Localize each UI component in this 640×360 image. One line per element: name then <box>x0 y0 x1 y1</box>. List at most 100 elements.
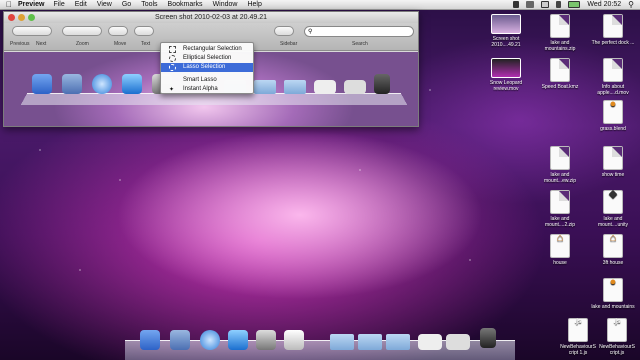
text-tool[interactable] <box>134 26 154 36</box>
volume-icon[interactable] <box>556 1 562 8</box>
menu-item-label: Smart Lasso <box>183 77 217 83</box>
mail-icon[interactable] <box>170 330 190 350</box>
mail-icon <box>62 74 82 94</box>
desktop-icon-speed-boat[interactable]: Speed Boat.kmz <box>537 58 583 90</box>
menu-edit[interactable]: Edit <box>75 1 87 8</box>
movie-file-icon <box>491 58 521 78</box>
move-tool[interactable] <box>108 26 128 36</box>
desktop-icon-grass-blend[interactable]: ● grass.blend <box>590 99 636 133</box>
documents-folder-icon[interactable] <box>358 334 382 350</box>
desktop-icon-lake-and-mountains[interactable]: ● lake and mountains <box>590 277 636 311</box>
elliptical-selection-icon <box>169 55 176 62</box>
desktop-icon-the-perfect-dock[interactable]: The perfect dock ... <box>590 14 636 46</box>
apple-menu-icon[interactable]:  <box>0 0 18 9</box>
desktop-icon-label: Snow Leopard review.mov <box>489 80 523 92</box>
ichat-icon <box>122 74 142 94</box>
finder-icon[interactable] <box>140 330 160 350</box>
menu-view[interactable]: View <box>97 1 112 8</box>
zip-file-icon <box>550 146 570 170</box>
title-bar[interactable]: Screen shot 2010-02-03 at 20.49.21 <box>4 12 418 23</box>
rectangular-selection-icon <box>169 46 176 53</box>
desktop-icon-lake-and-mount-2-zip[interactable]: lake and mount....2.zip <box>537 190 583 228</box>
battery-icon[interactable] <box>568 1 581 8</box>
move-label: Move <box>114 41 127 47</box>
document-icon <box>603 14 623 38</box>
desktop-icon-snow-leopard-review[interactable]: Snow Leopard review.mov <box>483 58 529 92</box>
menu-window[interactable]: Window <box>213 1 238 8</box>
house-file-icon: ⌂ <box>550 233 570 258</box>
desktop-icon-label: 3ft house <box>602 260 624 266</box>
menu-item-elliptical-selection[interactable]: Elliptical Selection <box>161 54 253 63</box>
desktop-icon-label: lake and mount....unity <box>597 216 628 228</box>
sidebar-label: Sidebar <box>280 41 298 47</box>
kmz-file-icon <box>550 58 570 82</box>
blender-file-icon: ● <box>603 277 623 302</box>
stack-icon[interactable] <box>446 334 470 350</box>
safari-icon[interactable] <box>200 330 220 350</box>
desktop-icon-label: show time <box>601 172 625 178</box>
zip-file-icon <box>550 190 570 214</box>
desktop-icon-label: lake and mountains <box>591 304 635 310</box>
stack-icon <box>344 80 366 94</box>
spotlight-icon[interactable]: ⚲ <box>628 0 634 9</box>
desktop-icon-label: Info about apple....d.mov <box>597 84 629 96</box>
menu-item-smart-lasso[interactable]: Smart Lasso <box>161 76 253 85</box>
desktop-icon-screenshot[interactable]: Screen shot 2010....49.21 <box>483 14 529 48</box>
menu-item-label: Lasso Selection <box>183 64 226 70</box>
search-input[interactable]: ⚲ <box>304 26 414 37</box>
folder-icon <box>284 80 306 94</box>
selection-tools-menu: Rectangular Selection Elliptical Selecti… <box>160 42 254 94</box>
desktop-icon-show-time[interactable]: show time <box>590 146 636 178</box>
minimize-button[interactable] <box>18 14 25 21</box>
zoom-control[interactable] <box>62 26 102 36</box>
applications-folder-icon[interactable] <box>330 334 354 350</box>
time-machine-icon[interactable] <box>526 1 535 8</box>
menu-item-rectangular-selection[interactable]: Rectangular Selection <box>161 45 253 54</box>
iphoto-icon[interactable] <box>256 330 276 350</box>
image-thumbnail-icon <box>491 14 521 34</box>
menu-item-instant-alpha[interactable]: ✦ Instant Alpha <box>161 85 253 94</box>
clock[interactable]: Wed 20:52 <box>587 1 621 8</box>
safari-icon <box>92 74 112 94</box>
desktop-icon-lake-and-mount-unity[interactable]: ◆ lake and mount....unity <box>590 189 636 229</box>
desktop-icon-lake-and-mount-ew-zip[interactable]: lake and mount...ew.zip <box>537 146 583 184</box>
desktop-icon-house[interactable]: ⌂ house <box>537 233 583 266</box>
desktop-icon-lake-and-mountains-zip[interactable]: lake and mountains.zip <box>537 14 583 52</box>
movie-file-icon <box>603 58 623 82</box>
trash-icon[interactable] <box>480 328 496 348</box>
stack-icon[interactable] <box>418 334 442 350</box>
menu-item-label: Rectangular Selection <box>183 46 242 52</box>
script-menu-icon[interactable] <box>513 1 520 8</box>
desktop-icon-info-about-apple[interactable]: Info about apple....d.mov <box>590 58 636 96</box>
desktop-icon-label: Speed Boat.kmz <box>541 84 579 90</box>
zip-file-icon <box>550 14 570 38</box>
previous-label: Previous <box>10 41 30 47</box>
desktop-icon-label: Screen shot 2010....49.21 <box>491 36 521 48</box>
menu-help[interactable]: Help <box>247 1 261 8</box>
menu-item-lasso-selection[interactable]: Lasso Selection <box>161 63 253 72</box>
menu-extras: Wed 20:52 ⚲ <box>513 0 640 9</box>
preview-icon[interactable] <box>284 330 304 350</box>
search-label: Search <box>352 41 368 47</box>
app-menu-preview[interactable]: Preview <box>18 1 44 8</box>
desktop-icon-newbehaviourscript[interactable]: .js NewBehaviourS cript.js <box>594 318 640 356</box>
menu-tools[interactable]: Tools <box>141 1 157 8</box>
zoom-button[interactable] <box>28 14 35 21</box>
stack-icon <box>314 80 336 94</box>
unity-file-icon: ◆ <box>603 189 623 214</box>
sidebar-toggle[interactable] <box>274 26 294 36</box>
menu-bookmarks[interactable]: Bookmarks <box>168 1 203 8</box>
next-label: Next <box>36 41 47 47</box>
menu-go[interactable]: Go <box>122 1 131 8</box>
previous-next-control[interactable] <box>12 26 52 36</box>
wifi-icon[interactable] <box>541 1 550 8</box>
menu-item-label: Instant Alpha <box>183 86 218 92</box>
desktop-icon-3ft-house[interactable]: ⌂ 3ft house <box>590 233 636 267</box>
downloads-folder-icon[interactable] <box>386 334 410 350</box>
desktop-icon-label: NewBehaviourS cript 1.js <box>560 344 596 356</box>
ichat-icon[interactable] <box>228 330 248 350</box>
lasso-selection-icon <box>169 64 176 71</box>
close-button[interactable] <box>8 14 15 21</box>
desktop-icon-label: NewBehaviourS cript.js <box>599 344 635 356</box>
menu-file[interactable]: File <box>53 1 64 8</box>
